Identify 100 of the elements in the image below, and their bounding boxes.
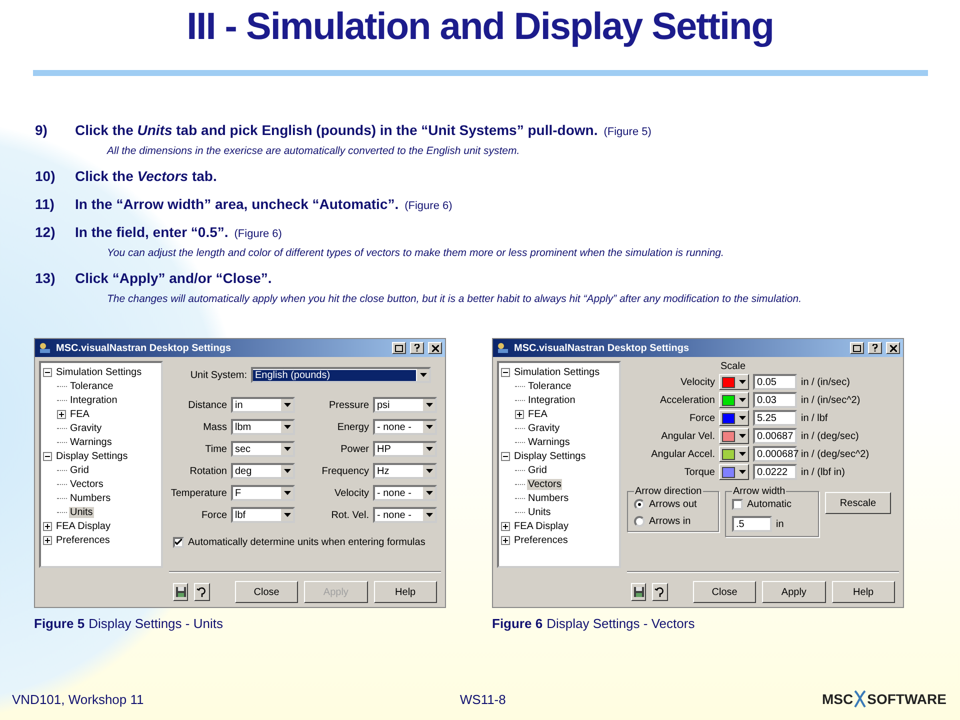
tree-item[interactable]: Warnings xyxy=(69,436,113,448)
collapse-toggle[interactable] xyxy=(501,452,510,460)
color-picker-button[interactable] xyxy=(719,464,749,480)
tree-item[interactable]: Units xyxy=(527,506,552,518)
checkbox-label: Automatically determine units when entering formulas xyxy=(188,537,426,548)
expand-toggle[interactable] xyxy=(43,536,52,544)
unit-label: in xyxy=(776,518,784,530)
expand-toggle[interactable] xyxy=(501,522,510,530)
dropdown-caret-icon xyxy=(426,513,432,517)
vector-label: Torque xyxy=(683,466,715,478)
scale-field[interactable]: 0.05 xyxy=(753,374,797,390)
scale-field[interactable]: 0.0222 xyxy=(753,464,797,480)
radio-button[interactable] xyxy=(634,499,645,510)
checkbox[interactable] xyxy=(173,537,184,548)
tree-item[interactable]: Units xyxy=(69,506,94,518)
restore-button[interactable] xyxy=(194,583,210,601)
unit-dropdown[interactable]: deg xyxy=(231,463,295,479)
tree-item[interactable]: Simulation Settings xyxy=(55,366,143,378)
tree-item[interactable]: FEA Display xyxy=(55,520,112,532)
color-picker-button[interactable] xyxy=(719,392,749,408)
company-logo: MSC SOFTWARE xyxy=(822,689,948,710)
tree-item[interactable]: Display Settings xyxy=(513,450,587,462)
checkbox-label: Automatic xyxy=(747,499,792,510)
dropdown-caret-icon xyxy=(284,513,290,517)
save-button[interactable] xyxy=(173,583,188,601)
color-picker-button[interactable] xyxy=(719,374,749,390)
tree-item[interactable]: Integration xyxy=(69,394,118,406)
radio-label: Arrows in xyxy=(649,516,691,527)
tree-item[interactable]: Numbers xyxy=(527,492,570,504)
maximize-button[interactable] xyxy=(392,342,406,354)
restore-button[interactable] xyxy=(652,583,668,601)
tree-item[interactable]: Vectors xyxy=(527,478,562,490)
vector-label: Velocity xyxy=(680,376,715,388)
tree-item[interactable]: FEA Display xyxy=(513,520,570,532)
scale-field[interactable]: 0.00687 xyxy=(753,428,797,444)
dropdown-caret-icon xyxy=(420,373,426,377)
dialog-button[interactable]: Help xyxy=(832,581,896,603)
expand-toggle[interactable] xyxy=(43,522,52,530)
tree-item[interactable]: Simulation Settings xyxy=(513,366,601,378)
column-header: Scale xyxy=(719,361,746,372)
unit-dropdown[interactable]: F xyxy=(231,485,295,501)
unit-dropdown[interactable]: sec xyxy=(231,441,295,457)
tree-item[interactable]: Vectors xyxy=(69,478,104,490)
close-button[interactable] xyxy=(428,342,442,354)
color-picker-button[interactable] xyxy=(719,410,749,426)
expand-toggle[interactable] xyxy=(501,536,510,544)
unit-dropdown[interactable]: - none - xyxy=(373,507,437,523)
unit-dropdown[interactable]: psi xyxy=(373,397,437,413)
tree-item[interactable]: Grid xyxy=(527,464,548,476)
maximize-button[interactable] xyxy=(850,342,864,354)
collapse-toggle[interactable] xyxy=(43,368,52,376)
help-button[interactable] xyxy=(868,342,882,354)
unit-label: in / lbf xyxy=(801,412,828,424)
save-button[interactable] xyxy=(631,583,646,601)
step-note: The changes will automatically apply when you hit the close button, but it is a better habit to always hit “Apply” after any modification to the simulation. xyxy=(107,292,803,306)
tree-item[interactable]: FEA xyxy=(527,408,548,420)
arrow-width-field[interactable]: .5 xyxy=(732,516,772,532)
unit-dropdown[interactable]: lbm xyxy=(231,419,295,435)
tree-item[interactable]: FEA xyxy=(69,408,90,420)
scale-field[interactable]: 0.03 xyxy=(753,392,797,408)
tree-item[interactable]: Gravity xyxy=(527,422,561,434)
tree-item[interactable]: Tolerance xyxy=(527,380,572,392)
unit-dropdown[interactable]: - none - xyxy=(373,485,437,501)
rescale-button[interactable]: Rescale xyxy=(825,492,891,514)
tree-item[interactable]: Numbers xyxy=(69,492,112,504)
tree-item[interactable]: Grid xyxy=(69,464,90,476)
color-picker-button[interactable] xyxy=(719,446,749,462)
tree-item[interactable]: Display Settings xyxy=(55,450,129,462)
radio-button[interactable] xyxy=(634,516,645,527)
checkbox[interactable] xyxy=(732,499,743,510)
expand-toggle[interactable] xyxy=(57,410,66,418)
dialog-button[interactable]: Apply xyxy=(762,581,826,603)
tree-item[interactable]: Gravity xyxy=(69,422,103,434)
help-button[interactable] xyxy=(410,342,424,354)
unit-dropdown[interactable]: in xyxy=(231,397,295,413)
tree-item[interactable]: Integration xyxy=(527,394,576,406)
dropdown-caret-icon xyxy=(426,447,432,451)
close-button[interactable] xyxy=(886,342,900,354)
collapse-toggle[interactable] xyxy=(43,452,52,460)
unit-dropdown[interactable]: Hz xyxy=(373,463,437,479)
tree-item[interactable]: Tolerance xyxy=(69,380,114,392)
scale-field[interactable]: 5.25 xyxy=(753,410,797,426)
tree-item[interactable]: Warnings xyxy=(527,436,571,448)
dialog-button[interactable]: Close xyxy=(234,581,298,603)
tree-item[interactable]: Preferences xyxy=(513,534,569,546)
step-number: 10) xyxy=(35,168,56,184)
undo-icon xyxy=(196,586,208,598)
tree-item[interactable]: Preferences xyxy=(55,534,111,546)
color-picker-button[interactable] xyxy=(719,428,749,444)
dialog-button[interactable]: Help xyxy=(374,581,438,603)
unit-dropdown[interactable]: lbf xyxy=(231,507,295,523)
unit-dropdown[interactable]: HP xyxy=(373,441,437,457)
unit-system-dropdown[interactable]: English (pounds) xyxy=(251,367,431,383)
field-label: Rot. Vel. xyxy=(330,510,369,520)
unit-dropdown[interactable]: - none - xyxy=(373,419,437,435)
collapse-toggle[interactable] xyxy=(501,368,510,376)
unit-label: in / (lbf in) xyxy=(801,466,845,478)
scale-field[interactable]: 0.000687 xyxy=(753,446,797,462)
expand-toggle[interactable] xyxy=(515,410,524,418)
dialog-button[interactable]: Close xyxy=(692,581,756,603)
